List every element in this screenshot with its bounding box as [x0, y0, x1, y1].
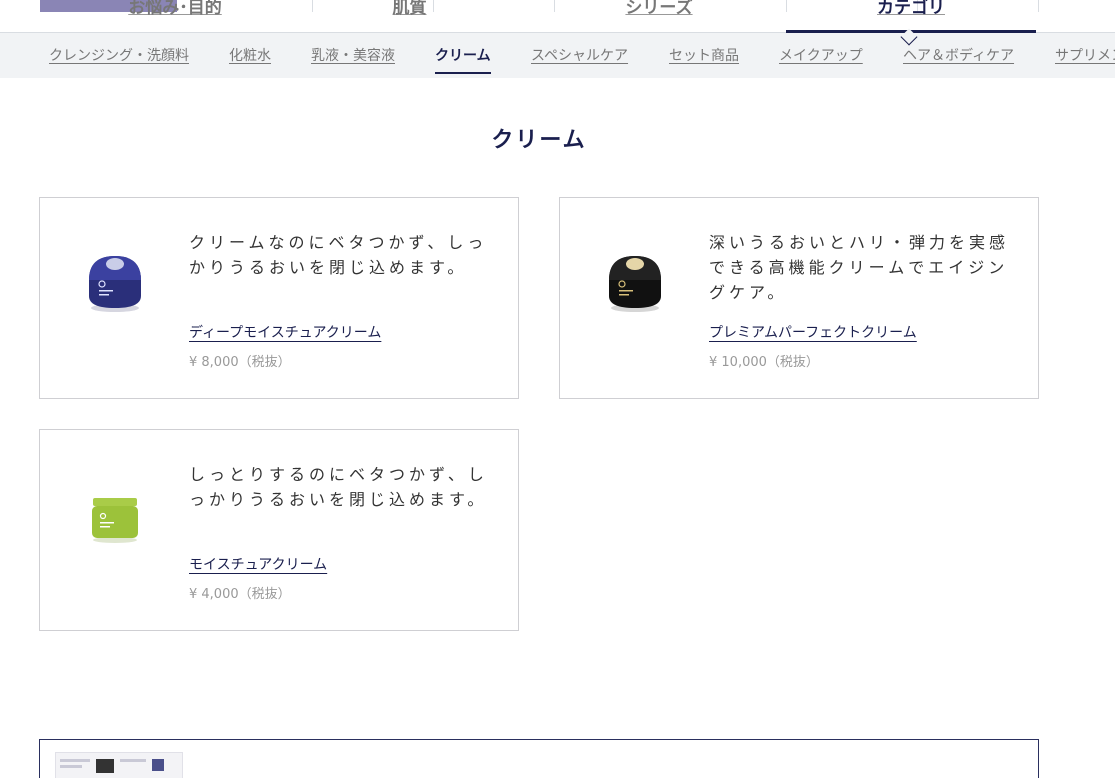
- tab-skin-type[interactable]: 肌質: [312, 0, 507, 25]
- tab-divider: [1038, 0, 1039, 12]
- product-price: ¥ 4,000（税抜）: [189, 587, 291, 602]
- navy-cream-jar-icon[interactable]: [80, 248, 150, 318]
- product-name-link[interactable]: プレミアムパーフェクトクリーム: [709, 322, 917, 342]
- green-cream-jar-icon[interactable]: [80, 480, 150, 550]
- subnav-cleansing[interactable]: クレンジング・洗顔料: [49, 45, 189, 65]
- subnav-special-care[interactable]: スペシャルケア: [531, 45, 628, 65]
- subnav-supplement[interactable]: サプリメント: [1055, 45, 1115, 65]
- subnav-lotion[interactable]: 化粧水: [229, 45, 271, 65]
- product-description: 深いうるおいとハリ・弾力を実感できる高機能クリームでエイジングケア。: [709, 233, 1010, 302]
- subcategory-nav: クレンジング・洗顔料 化粧水 乳液・美容液 クリーム スペシャルケア セット商品…: [0, 33, 1115, 78]
- category-tab-bar: お悩み･目的 肌質 シリーズ カテゴリ: [0, 0, 1115, 46]
- banner-thumbnail[interactable]: [55, 752, 183, 778]
- bottom-banner[interactable]: [39, 739, 1039, 778]
- tab-category[interactable]: カテゴリ: [786, 0, 1036, 25]
- subnav-hair-body[interactable]: ヘア＆ボディケア: [903, 45, 1014, 65]
- subnav-cream[interactable]: クリーム: [435, 45, 491, 74]
- subnav-set-items[interactable]: セット商品: [669, 45, 739, 65]
- product-price: ¥ 10,000（税抜）: [709, 355, 819, 370]
- product-name-link[interactable]: モイスチュアクリーム: [189, 554, 327, 574]
- page-title: クリーム: [491, 127, 587, 153]
- tab-concern[interactable]: お悩み･目的: [40, 0, 310, 25]
- product-card[interactable]: しっとりするのにベタつかず、しっかりうるおいを閉じ込めます。 モイスチュアクリー…: [39, 429, 519, 631]
- subnav-emulsion-serum[interactable]: 乳液・美容液: [311, 45, 395, 65]
- product-name-link[interactable]: ディープモイスチュアクリーム: [189, 322, 381, 342]
- product-price: ¥ 8,000（税抜）: [189, 355, 291, 370]
- product-card[interactable]: クリームなのにベタつかず、しっかりうるおいを閉じ込めます。 ディープモイスチュア…: [39, 197, 519, 399]
- product-card[interactable]: 深いうるおいとハリ・弾力を実感できる高機能クリームでエイジングケア。 プレミアム…: [559, 197, 1039, 399]
- tab-divider: [433, 0, 434, 12]
- product-description: クリームなのにベタつかず、しっかりうるおいを閉じ込めます。: [189, 233, 488, 277]
- tab-series[interactable]: シリーズ: [554, 0, 764, 25]
- product-description: しっとりするのにベタつかず、しっかりうるおいを閉じ込めます。: [189, 465, 488, 509]
- black-gold-cream-jar-icon[interactable]: [600, 248, 670, 318]
- subnav-makeup[interactable]: メイクアップ: [779, 45, 863, 65]
